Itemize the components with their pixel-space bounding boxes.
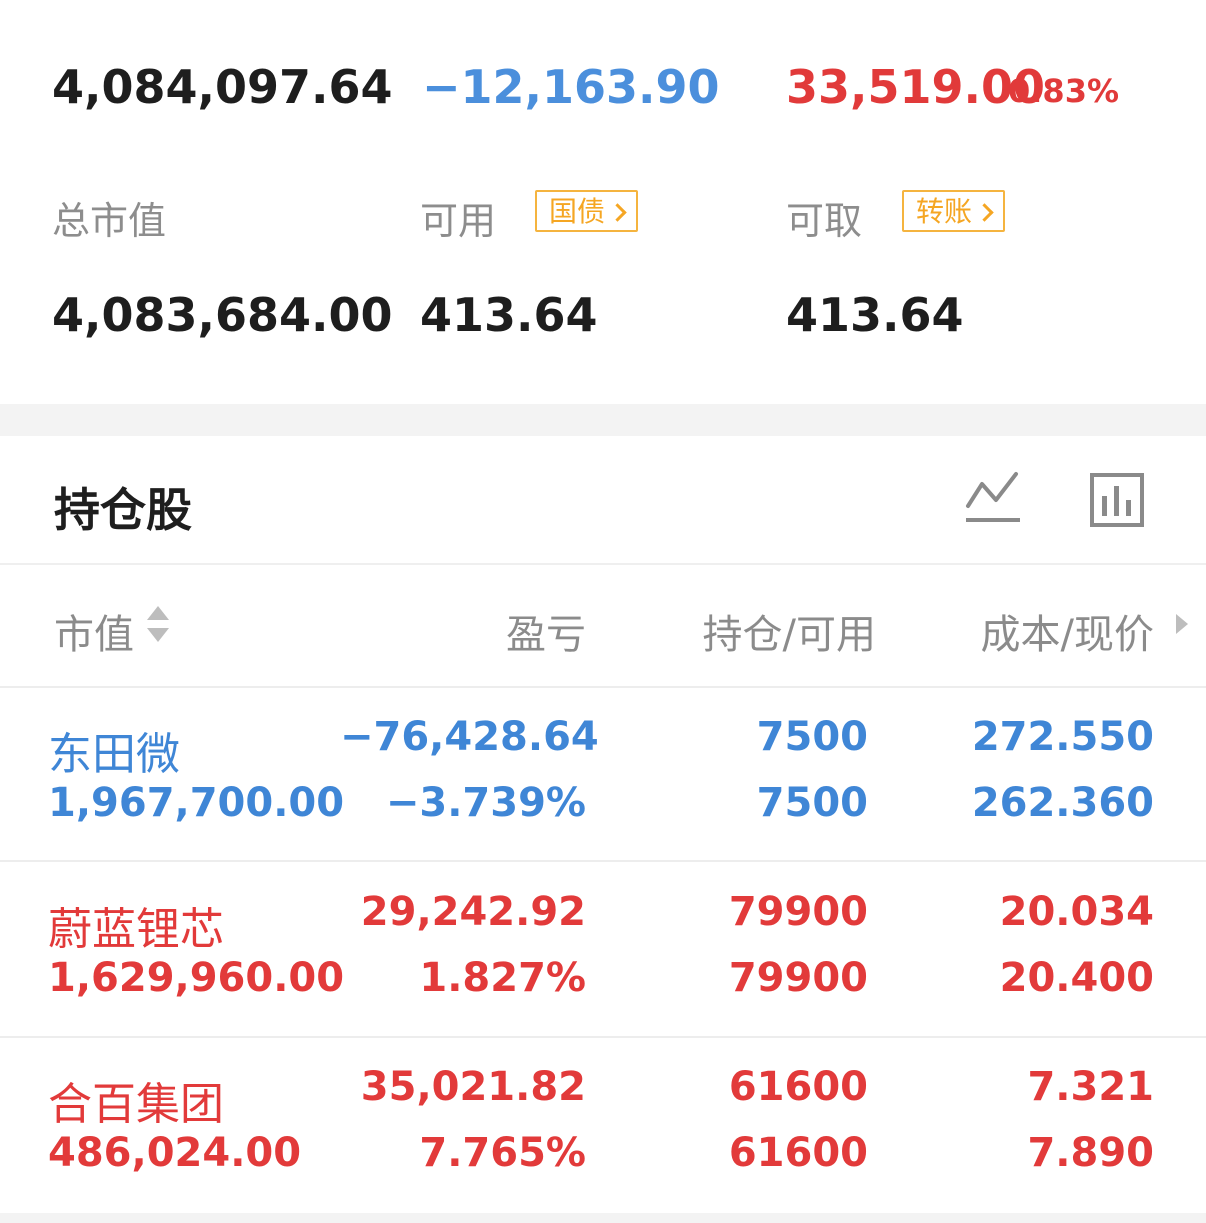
bond-button[interactable]: 国债 <box>535 190 639 232</box>
available-value: 413.64 <box>420 288 598 342</box>
divider <box>0 563 1206 565</box>
today-pl-value: 33,519.00 <box>786 60 1045 114</box>
withdrawable-value: 413.64 <box>786 288 964 342</box>
column-cost-price[interactable]: 成本/现价 <box>930 602 1154 660</box>
account-summary: 4,084,097.64 −12,163.90 33,519.00 0.83% … <box>0 0 1206 404</box>
stock-pl: 29,242.92 <box>360 889 586 935</box>
transfer-button[interactable]: 转账 <box>902 190 1006 232</box>
column-pl[interactable]: 盈亏 <box>380 602 586 660</box>
transfer-label: 转账 <box>916 195 973 228</box>
stock-position: 61600 <box>728 1064 868 1110</box>
stock-market-value: 486,024.00 <box>48 1130 302 1176</box>
sort-icon[interactable] <box>147 606 169 642</box>
stock-name: 蔚蓝锂芯 <box>48 904 224 955</box>
bottom-gap <box>0 1213 1206 1223</box>
holdings-title: 持仓股 <box>54 483 192 537</box>
total-assets-value: 4,084,097.64 <box>52 60 393 114</box>
stock-pl-percent: 1.827% <box>419 955 586 1001</box>
stock-price: 20.400 <box>999 955 1154 1001</box>
column-position[interactable]: 持仓/可用 <box>660 602 876 660</box>
header-divider <box>0 686 1206 688</box>
line-chart-icon[interactable] <box>964 470 1022 526</box>
stock-price: 7.890 <box>1027 1130 1154 1176</box>
chevron-right-icon <box>975 203 994 222</box>
available-label: 可用 <box>420 199 497 243</box>
stock-market-value: 1,629,960.00 <box>48 955 345 1001</box>
floating-pl-value: −12,163.90 <box>422 60 720 114</box>
stock-pl: 35,021.82 <box>360 1064 586 1110</box>
bond-label: 国债 <box>549 195 606 228</box>
withdrawable-label: 可取 <box>786 199 863 243</box>
stock-available: 7500 <box>756 780 868 826</box>
section-gap <box>0 404 1206 436</box>
chevron-right-icon <box>608 203 627 222</box>
row-divider <box>0 860 1206 862</box>
today-pl-percent: 0.83% <box>1008 72 1120 110</box>
stock-available: 79900 <box>728 955 868 1001</box>
stock-pl: −76,428.64 <box>340 714 599 760</box>
stock-cost: 7.321 <box>1027 1064 1154 1110</box>
scroll-right-icon[interactable] <box>1176 614 1188 634</box>
market-value: 4,083,684.00 <box>52 288 393 342</box>
stock-market-value: 1,967,700.00 <box>48 780 345 826</box>
stock-pl-percent: −3.739% <box>385 780 586 826</box>
stock-pl-percent: 7.765% <box>419 1130 586 1176</box>
stock-position: 7500 <box>756 714 868 760</box>
market-value-label: 总市值 <box>52 199 167 243</box>
column-market-value[interactable]: 市值 <box>54 602 134 660</box>
stock-available: 61600 <box>728 1130 868 1176</box>
stock-name: 合百集团 <box>48 1079 224 1130</box>
stock-position: 79900 <box>728 889 868 935</box>
bar-chart-icon[interactable] <box>1089 472 1145 528</box>
row-divider <box>0 1036 1206 1038</box>
stock-name: 东田微 <box>48 729 180 780</box>
stock-cost: 20.034 <box>999 889 1154 935</box>
stock-cost: 272.550 <box>971 714 1154 760</box>
stock-price: 262.360 <box>971 780 1154 826</box>
